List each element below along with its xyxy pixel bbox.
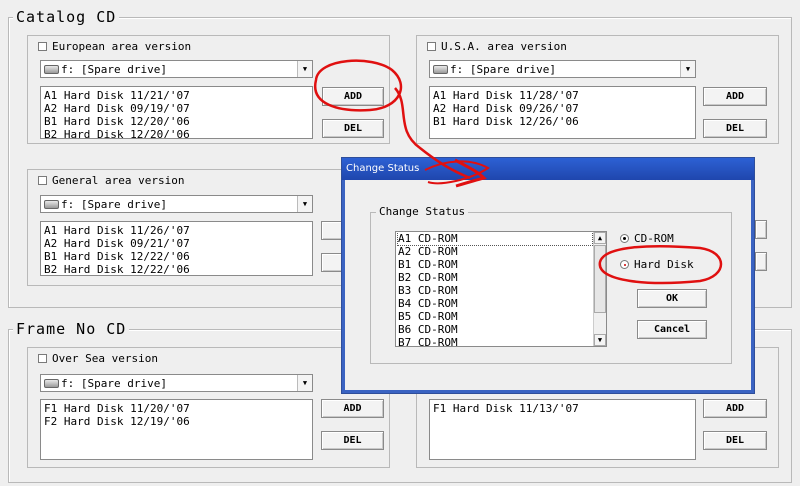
list-item[interactable]: B1 Hard Disk 12/26/'06 xyxy=(433,115,692,128)
european-label: European area version xyxy=(52,40,192,53)
radio-hdd-row[interactable]: Hard Disk xyxy=(620,258,694,271)
radio-cdrom[interactable] xyxy=(620,234,629,243)
change-status-group-label: Change Status xyxy=(376,205,469,218)
list-item[interactable]: B1 Hard Disk 12/20/'06 xyxy=(44,115,309,128)
list-item[interactable]: A1 Hard Disk 11/21/'07 xyxy=(44,89,309,102)
general-drive-value: f: [Spare drive] xyxy=(61,197,167,211)
usa-add-button[interactable]: ADD xyxy=(703,87,767,106)
list-item[interactable]: B6 CD-ROM xyxy=(398,323,592,336)
oversea-list[interactable]: F1 Hard Disk 11/20/'07 F2 Hard Disk 12/1… xyxy=(40,399,313,460)
radio-hdd[interactable] xyxy=(620,260,629,269)
drive-icon xyxy=(44,199,59,209)
chevron-down-icon[interactable]: ▼ xyxy=(297,375,312,391)
usa-drive-select[interactable]: f: [Spare drive] ▼ xyxy=(429,60,696,78)
hidden-right-button-2[interactable] xyxy=(755,252,767,271)
oversea-drive-select[interactable]: f: [Spare drive] ▼ xyxy=(40,374,313,392)
scroll-up-icon[interactable]: ▲ xyxy=(594,232,606,244)
radio-hdd-label: Hard Disk xyxy=(634,258,694,271)
oversea-drive-value: f: [Spare drive] xyxy=(61,376,167,390)
list-item[interactable]: F1 Hard Disk 11/13/'07 xyxy=(433,402,692,415)
chevron-down-icon[interactable]: ▼ xyxy=(680,61,695,77)
list-item[interactable]: B2 Hard Disk 12/22/'06 xyxy=(44,263,309,275)
general-label: General area version xyxy=(52,174,185,187)
dialog-body: Change Status A1 CD-ROM A2 CD-ROM B1 CD-… xyxy=(345,180,751,390)
usa-checkbox[interactable] xyxy=(427,42,436,51)
list-item[interactable]: B4 CD-ROM xyxy=(398,297,592,310)
radio-cdrom-label: CD-ROM xyxy=(634,232,674,245)
list-item[interactable]: B2 CD-ROM xyxy=(398,271,592,284)
scroll-down-icon[interactable]: ▼ xyxy=(594,334,606,346)
usa-drive-value: f: [Spare drive] xyxy=(450,62,556,76)
list-item[interactable]: B5 CD-ROM xyxy=(398,310,592,323)
list-item[interactable]: F1 Hard Disk 11/20/'07 xyxy=(44,402,309,415)
hidden-right-button-1[interactable] xyxy=(755,220,767,239)
general-checkbox-row[interactable]: General area version xyxy=(38,174,184,187)
usa-list[interactable]: A1 Hard Disk 11/28/'07 A2 Hard Disk 09/2… xyxy=(429,86,696,139)
chevron-down-icon[interactable]: ▼ xyxy=(297,196,312,212)
usa-label: U.S.A. area version xyxy=(441,40,567,53)
list-item[interactable]: A2 Hard Disk 09/26/'07 xyxy=(433,102,692,115)
dialog-title-bar[interactable]: Change Status xyxy=(342,158,754,180)
general-drive-select[interactable]: f: [Spare drive] ▼ xyxy=(40,195,313,213)
frame-right-del-button[interactable]: DEL xyxy=(703,431,767,450)
european-group: European area version f: [Spare drive] ▼… xyxy=(27,35,390,144)
list-item[interactable]: F2 Hard Disk 12/19/'06 xyxy=(44,415,309,428)
european-drive-select[interactable]: f: [Spare drive] ▼ xyxy=(40,60,313,78)
catalog-cd-title: Catalog CD xyxy=(13,9,120,25)
european-checkbox-row[interactable]: European area version xyxy=(38,40,191,53)
european-del-button[interactable]: DEL xyxy=(322,119,384,138)
scroll-thumb[interactable] xyxy=(594,245,606,313)
list-item[interactable]: A2 CD-ROM xyxy=(398,245,592,258)
frame-no-cd-title: Frame No CD xyxy=(13,321,130,337)
usa-checkbox-row[interactable]: U.S.A. area version xyxy=(427,40,567,53)
list-item[interactable]: B3 CD-ROM xyxy=(398,284,592,297)
list-item[interactable]: B1 Hard Disk 12/22/'06 xyxy=(44,250,309,263)
usa-del-button[interactable]: DEL xyxy=(703,119,767,138)
list-item[interactable]: B7 CD-ROM xyxy=(398,336,592,346)
list-item[interactable]: A2 Hard Disk 09/19/'07 xyxy=(44,102,309,115)
usa-group: U.S.A. area version f: [Spare drive] ▼ A… xyxy=(416,35,779,144)
general-list[interactable]: A1 Hard Disk 11/26/'07 A2 Hard Disk 09/2… xyxy=(40,221,313,276)
frame-right-list[interactable]: F1 Hard Disk 11/13/'07 xyxy=(429,399,696,460)
status-list[interactable]: A1 CD-ROM A2 CD-ROM B1 CD-ROM B2 CD-ROM … xyxy=(395,231,607,347)
oversea-checkbox-row[interactable]: Over Sea version xyxy=(38,352,158,365)
list-item[interactable]: B2 Hard Disk 12/20/'06 xyxy=(44,128,309,138)
oversea-group: Over Sea version f: [Spare drive] ▼ F1 H… xyxy=(27,347,390,468)
change-status-dialog: Change Status Change Status A1 CD-ROM A2… xyxy=(341,157,755,394)
drive-icon xyxy=(433,64,448,74)
list-item[interactable]: B1 CD-ROM xyxy=(398,258,592,271)
list-item[interactable]: A1 Hard Disk 11/28/'07 xyxy=(433,89,692,102)
oversea-checkbox[interactable] xyxy=(38,354,47,363)
status-list-scrollbar[interactable]: ▲ ▼ xyxy=(593,232,606,346)
cancel-button[interactable]: Cancel xyxy=(637,320,707,339)
list-item[interactable]: A1 CD-ROM xyxy=(397,232,593,246)
list-item[interactable]: A2 Hard Disk 09/21/'07 xyxy=(44,237,309,250)
oversea-del-button[interactable]: DEL xyxy=(321,431,384,450)
oversea-add-button[interactable]: ADD xyxy=(321,399,384,418)
frame-right-add-button[interactable]: ADD xyxy=(703,399,767,418)
ok-button[interactable]: OK xyxy=(637,289,707,308)
oversea-label: Over Sea version xyxy=(52,352,158,365)
general-checkbox[interactable] xyxy=(38,176,47,185)
drive-icon xyxy=(44,64,59,74)
european-drive-value: f: [Spare drive] xyxy=(61,62,167,76)
radio-cdrom-row[interactable]: CD-ROM xyxy=(620,232,674,245)
general-group: General area version f: [Spare drive] ▼ … xyxy=(27,169,390,286)
chevron-down-icon[interactable]: ▼ xyxy=(297,61,312,77)
list-item[interactable]: A1 Hard Disk 11/26/'07 xyxy=(44,224,309,237)
drive-icon xyxy=(44,378,59,388)
european-add-button[interactable]: ADD xyxy=(322,87,384,106)
european-list[interactable]: A1 Hard Disk 11/21/'07 A2 Hard Disk 09/1… xyxy=(40,86,313,139)
european-checkbox[interactable] xyxy=(38,42,47,51)
